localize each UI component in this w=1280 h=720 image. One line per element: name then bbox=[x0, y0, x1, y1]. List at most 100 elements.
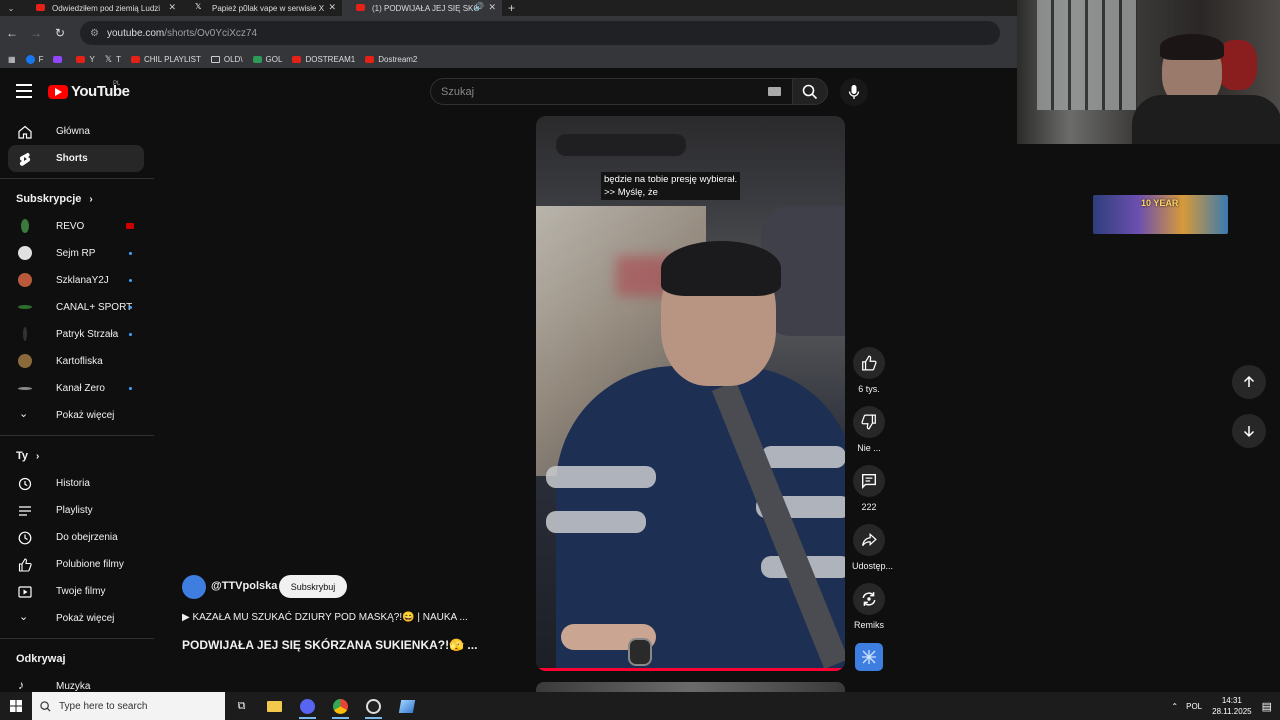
subscribe-button[interactable]: Subskrybuj bbox=[279, 575, 347, 598]
taskbar-search-input[interactable]: Type here to search bbox=[32, 692, 225, 720]
previous-short-button[interactable] bbox=[1232, 365, 1266, 399]
next-short-preview[interactable] bbox=[536, 682, 845, 692]
channel-avatar bbox=[23, 327, 27, 341]
you-heading-label: Ty bbox=[16, 450, 29, 462]
video-icon bbox=[18, 586, 32, 598]
bookmark-label: Dostream2 bbox=[378, 54, 418, 64]
subscriptions-heading[interactable]: Subskrypcje › bbox=[0, 185, 154, 213]
start-button[interactable] bbox=[0, 692, 32, 720]
next-short-button[interactable] bbox=[1232, 414, 1266, 448]
tab-close-icon[interactable]: ✕ bbox=[168, 2, 176, 13]
browser-tab-strip: ⌄ Odwiedziłem pod ziemią Ludzi ✕ 𝕏 Papie… bbox=[0, 0, 1017, 16]
browser-tab-2[interactable]: 𝕏 Papież p0lak vape w serwisie X ✕ bbox=[182, 0, 342, 16]
bookmark-label: F bbox=[38, 54, 44, 64]
subscription-kanal-zero[interactable]: Kanał Zero bbox=[8, 375, 144, 402]
apps-grid-icon[interactable]: ▦ bbox=[8, 55, 16, 64]
bookmark-f[interactable]: F bbox=[25, 54, 44, 64]
tab-search-button[interactable]: ⌄ bbox=[0, 0, 22, 16]
forward-arrow-icon[interactable]: → bbox=[24, 26, 48, 40]
reload-icon[interactable]: ↻ bbox=[48, 26, 72, 40]
hamburger-menu-icon[interactable] bbox=[16, 84, 32, 98]
explore-heading: Odkrywaj bbox=[0, 645, 154, 673]
subscription-canal-sport[interactable]: CANAL+ SPORT bbox=[8, 294, 144, 321]
subscriptions-show-more[interactable]: ⌄ Pokaż więcej bbox=[8, 402, 144, 429]
channel-logo-icon bbox=[862, 650, 876, 664]
short-title[interactable]: PODWIJAŁA JEJ SIĘ SKÓRZANA SUKIENKA?!🫣 .… bbox=[182, 638, 477, 652]
sidebar-item-your-videos[interactable]: Twoje filmy bbox=[8, 578, 144, 605]
clock[interactable]: 14:31 28.11.2025 bbox=[1212, 695, 1251, 717]
search-button[interactable] bbox=[792, 78, 828, 105]
discord-button[interactable] bbox=[291, 692, 324, 720]
divider bbox=[0, 178, 154, 179]
sidebar-item-watch-later[interactable]: Do obejrzenia bbox=[8, 524, 144, 551]
chevron-up-icon[interactable]: ⌃ bbox=[1171, 702, 1178, 711]
file-explorer-button[interactable] bbox=[258, 692, 291, 720]
like-icon bbox=[18, 558, 32, 572]
obs-button[interactable] bbox=[357, 692, 390, 720]
site-info-icon[interactable]: ⚙ bbox=[90, 28, 99, 39]
sidebar-item-shorts[interactable]: Shorts bbox=[8, 145, 144, 172]
channel-name[interactable]: @TTVpolska bbox=[211, 580, 277, 592]
address-toolbar: ← → ↻ ⚙ youtube.com/shorts/Ov0YciXcz74 bbox=[0, 16, 1017, 50]
bookmark-label: T bbox=[116, 54, 121, 64]
keyboard-icon[interactable] bbox=[768, 87, 781, 96]
browser-tab-1[interactable]: Odwiedziłem pod ziemią Ludzi ✕ bbox=[22, 0, 182, 16]
sidebar-item-history[interactable]: Historia bbox=[8, 470, 144, 497]
you-heading[interactable]: Ty › bbox=[0, 442, 154, 470]
voice-search-button[interactable] bbox=[840, 78, 868, 106]
share-icon bbox=[862, 532, 877, 547]
channel-avatar[interactable] bbox=[182, 575, 206, 599]
sidebar-item-label: Shorts bbox=[56, 153, 88, 164]
bookmark-twitch[interactable] bbox=[53, 55, 66, 63]
channel-thumbnail-button[interactable] bbox=[855, 643, 883, 671]
language-indicator[interactable]: POL bbox=[1186, 702, 1202, 711]
you-show-more[interactable]: ⌄ Pokaż więcej bbox=[8, 605, 144, 632]
comments-button[interactable]: 222 bbox=[852, 465, 886, 512]
app-button[interactable] bbox=[390, 692, 423, 720]
sidebar-item-home[interactable]: Główna bbox=[8, 118, 144, 145]
folder-icon bbox=[267, 700, 282, 712]
bookmark-y[interactable]: Y bbox=[76, 54, 95, 64]
subscription-sejm-rp[interactable]: Sejm RP bbox=[8, 240, 144, 267]
bookmark-dostream1[interactable]: DOSTREAM1 bbox=[292, 55, 355, 64]
speaker-icon[interactable]: 🔊 bbox=[474, 2, 484, 11]
browser-tab-3-active[interactable]: (1) PODWIJAŁA JEJ SIĘ SKÓ 🔊 ✕ bbox=[342, 0, 502, 16]
bookmark-t[interactable]: 𝕏T bbox=[105, 54, 121, 65]
channel-avatar bbox=[21, 219, 29, 233]
channel-avatar bbox=[18, 305, 32, 309]
sidebar: Główna Shorts Subskrypcje › REVO Sejm RP … bbox=[0, 118, 154, 692]
bookmark-label: Y bbox=[89, 54, 95, 64]
new-tab-button[interactable]: + bbox=[508, 1, 515, 15]
short-description[interactable]: ▶ KAZAŁA MU SZUKAĆ DZIURY POD MASKĄ?!😄 |… bbox=[182, 612, 468, 623]
video-progress-bar[interactable] bbox=[536, 668, 842, 671]
webcam-overlay bbox=[1017, 0, 1280, 144]
search-input[interactable]: Szukaj bbox=[430, 78, 792, 105]
url-field[interactable]: ⚙ youtube.com/shorts/Ov0YciXcz74 bbox=[80, 21, 1000, 45]
back-arrow-icon[interactable]: ← bbox=[0, 26, 24, 40]
tab-close-icon[interactable]: ✕ bbox=[488, 2, 496, 13]
divider bbox=[0, 435, 154, 436]
youtube-logo[interactable]: YouTube PL bbox=[48, 81, 130, 100]
like-button[interactable]: 6 tys. bbox=[852, 347, 886, 394]
share-button[interactable]: Udostęp... bbox=[852, 524, 893, 571]
tab-close-icon[interactable]: ✕ bbox=[328, 2, 336, 13]
bookmark-folder-old[interactable]: OLD\ bbox=[210, 55, 243, 64]
bookmark-dostream2[interactable]: Dostream2 bbox=[365, 55, 417, 64]
chrome-button[interactable] bbox=[324, 692, 357, 720]
subscription-patryk-strzala[interactable]: Patryk Strzała bbox=[8, 321, 144, 348]
task-view-button[interactable]: ⧉ bbox=[225, 692, 258, 720]
sidebar-item-liked-videos[interactable]: Polubione filmy bbox=[8, 551, 144, 578]
remix-label: Remiks bbox=[853, 620, 884, 630]
notifications-icon[interactable]: ▤ bbox=[1262, 700, 1272, 713]
bookmark-gol[interactable]: GOL bbox=[252, 55, 282, 64]
channel-name: Sejm RP bbox=[56, 248, 96, 259]
subscription-kartofliska[interactable]: Kartofliska bbox=[8, 348, 144, 375]
home-icon bbox=[18, 125, 32, 139]
remix-button[interactable]: Remiks bbox=[852, 583, 886, 630]
subscription-revo[interactable]: REVO bbox=[8, 213, 144, 240]
dislike-button[interactable]: Nie ... bbox=[852, 406, 886, 453]
channel-name: CANAL+ SPORT bbox=[56, 302, 133, 313]
subscription-szklanay2j[interactable]: SzklanaY2J bbox=[8, 267, 144, 294]
bookmark-chil-playlist[interactable]: CHIL PLAYLIST bbox=[130, 55, 201, 64]
sidebar-item-playlists[interactable]: Playlisty bbox=[8, 497, 144, 524]
